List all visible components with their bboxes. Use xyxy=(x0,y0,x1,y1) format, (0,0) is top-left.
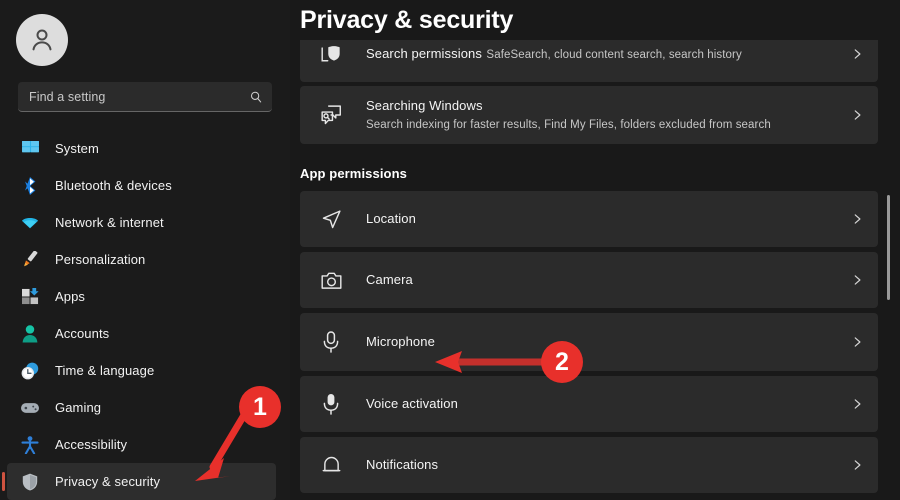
apps-icon xyxy=(21,288,39,306)
sidebar-item-label: Network & internet xyxy=(55,215,164,230)
sidebar-item-bluetooth-devices[interactable]: Bluetooth & devices xyxy=(7,167,276,204)
location-icon xyxy=(320,208,342,230)
sidebar-item-gaming[interactable]: Gaming xyxy=(7,389,276,426)
scrollbar-thumb[interactable] xyxy=(887,195,890,300)
sidebar-item-system[interactable]: System xyxy=(7,130,276,167)
sidebar: System Bluetooth & devices xyxy=(0,0,290,500)
setting-row-title: Search permissions xyxy=(366,46,482,61)
chevron-right-icon[interactable] xyxy=(850,458,864,472)
sidebar-item-accounts[interactable]: Accounts xyxy=(7,315,276,352)
setting-row-text: Location xyxy=(366,210,850,228)
chevron-right-icon[interactable] xyxy=(850,108,864,122)
sidebar-item-time-language[interactable]: Time & language xyxy=(7,352,276,389)
chevron-right-icon[interactable] xyxy=(850,335,864,349)
setting-row-title: Camera xyxy=(366,272,413,287)
clock-icon xyxy=(21,362,39,380)
search-box[interactable] xyxy=(18,82,272,112)
sidebar-nav: System Bluetooth & devices xyxy=(0,130,290,500)
searching-windows-icon xyxy=(320,104,342,126)
gamepad-icon xyxy=(21,399,39,417)
sidebar-item-label: System xyxy=(55,141,99,156)
chevron-right-icon[interactable] xyxy=(850,273,864,287)
chevron-right-icon[interactable] xyxy=(850,212,864,226)
setting-row-search-permissions[interactable]: Search permissions SafeSearch, cloud con… xyxy=(300,40,878,82)
chevron-right-icon[interactable] xyxy=(850,47,864,61)
sidebar-item-label: Privacy & security xyxy=(55,474,160,489)
setting-row-microphone[interactable]: Microphone xyxy=(300,313,878,371)
setting-row-text: Camera xyxy=(366,271,850,289)
setting-row-subtitle: SafeSearch, cloud content search, search… xyxy=(486,49,741,61)
setting-row-title: Voice activation xyxy=(366,396,458,411)
sidebar-item-label: Accessibility xyxy=(55,437,127,452)
sidebar-item-label: Accounts xyxy=(55,326,109,341)
sidebar-item-label: Bluetooth & devices xyxy=(55,178,172,193)
content-scrollbar[interactable] xyxy=(884,150,894,490)
sidebar-item-apps[interactable]: Apps xyxy=(7,278,276,315)
system-icon xyxy=(21,140,39,158)
paintbrush-icon xyxy=(21,251,39,269)
sidebar-item-network-internet[interactable]: Network & internet xyxy=(7,204,276,241)
sidebar-item-label: Time & language xyxy=(55,363,154,378)
bluetooth-icon xyxy=(21,177,39,195)
sidebar-item-label: Apps xyxy=(55,289,85,304)
search-icon[interactable] xyxy=(249,90,263,104)
search-wrap xyxy=(18,82,272,112)
setting-row-text: Search permissions SafeSearch, cloud con… xyxy=(366,45,850,63)
sidebar-item-privacy-security[interactable]: Privacy & security xyxy=(7,463,276,500)
setting-row-title: Microphone xyxy=(366,334,435,349)
bell-icon xyxy=(320,454,342,476)
setting-row-location[interactable]: Location xyxy=(300,191,878,247)
avatar-block xyxy=(0,0,290,66)
accounts-icon xyxy=(21,325,39,343)
network-icon xyxy=(21,214,39,232)
shield-icon xyxy=(21,473,39,491)
voice-activation-icon xyxy=(320,393,342,415)
setting-row-title: Notifications xyxy=(366,457,438,472)
content-pane: Privacy & security Search permissions Sa… xyxy=(290,0,900,500)
setting-row-voice-activation[interactable]: Voice activation xyxy=(300,376,878,432)
sidebar-item-personalization[interactable]: Personalization xyxy=(7,241,276,278)
chevron-right-icon[interactable] xyxy=(850,397,864,411)
setting-row-text: Microphone xyxy=(366,333,850,351)
setting-row-subtitle: Search indexing for faster results, Find… xyxy=(366,119,771,131)
setting-row-notifications[interactable]: Notifications xyxy=(300,437,878,493)
section-heading-app-permissions: App permissions xyxy=(290,150,900,191)
settings-scroll-area[interactable]: Search permissions SafeSearch, cloud con… xyxy=(290,40,900,500)
search-permissions-icon xyxy=(320,43,342,65)
sidebar-item-accessibility[interactable]: Accessibility xyxy=(7,426,276,463)
sidebar-item-label: Gaming xyxy=(55,400,101,415)
avatar[interactable] xyxy=(16,14,68,66)
setting-row-text: Searching Windows Search indexing for fa… xyxy=(366,97,850,133)
settings-window: System Bluetooth & devices xyxy=(0,0,900,500)
setting-row-searching-windows[interactable]: Searching Windows Search indexing for fa… xyxy=(300,86,878,144)
sidebar-item-label: Personalization xyxy=(55,252,145,267)
setting-row-text: Voice activation xyxy=(366,395,850,413)
user-avatar-icon xyxy=(27,25,57,55)
page-title: Privacy & security xyxy=(290,0,900,35)
setting-row-title: Location xyxy=(366,211,416,226)
camera-icon xyxy=(320,269,342,291)
setting-row-title: Searching Windows xyxy=(366,98,483,113)
setting-row-text: Notifications xyxy=(366,456,850,474)
setting-row-camera[interactable]: Camera xyxy=(300,252,878,308)
microphone-icon xyxy=(320,331,342,353)
accessibility-icon xyxy=(21,436,39,454)
search-input[interactable] xyxy=(29,90,249,104)
